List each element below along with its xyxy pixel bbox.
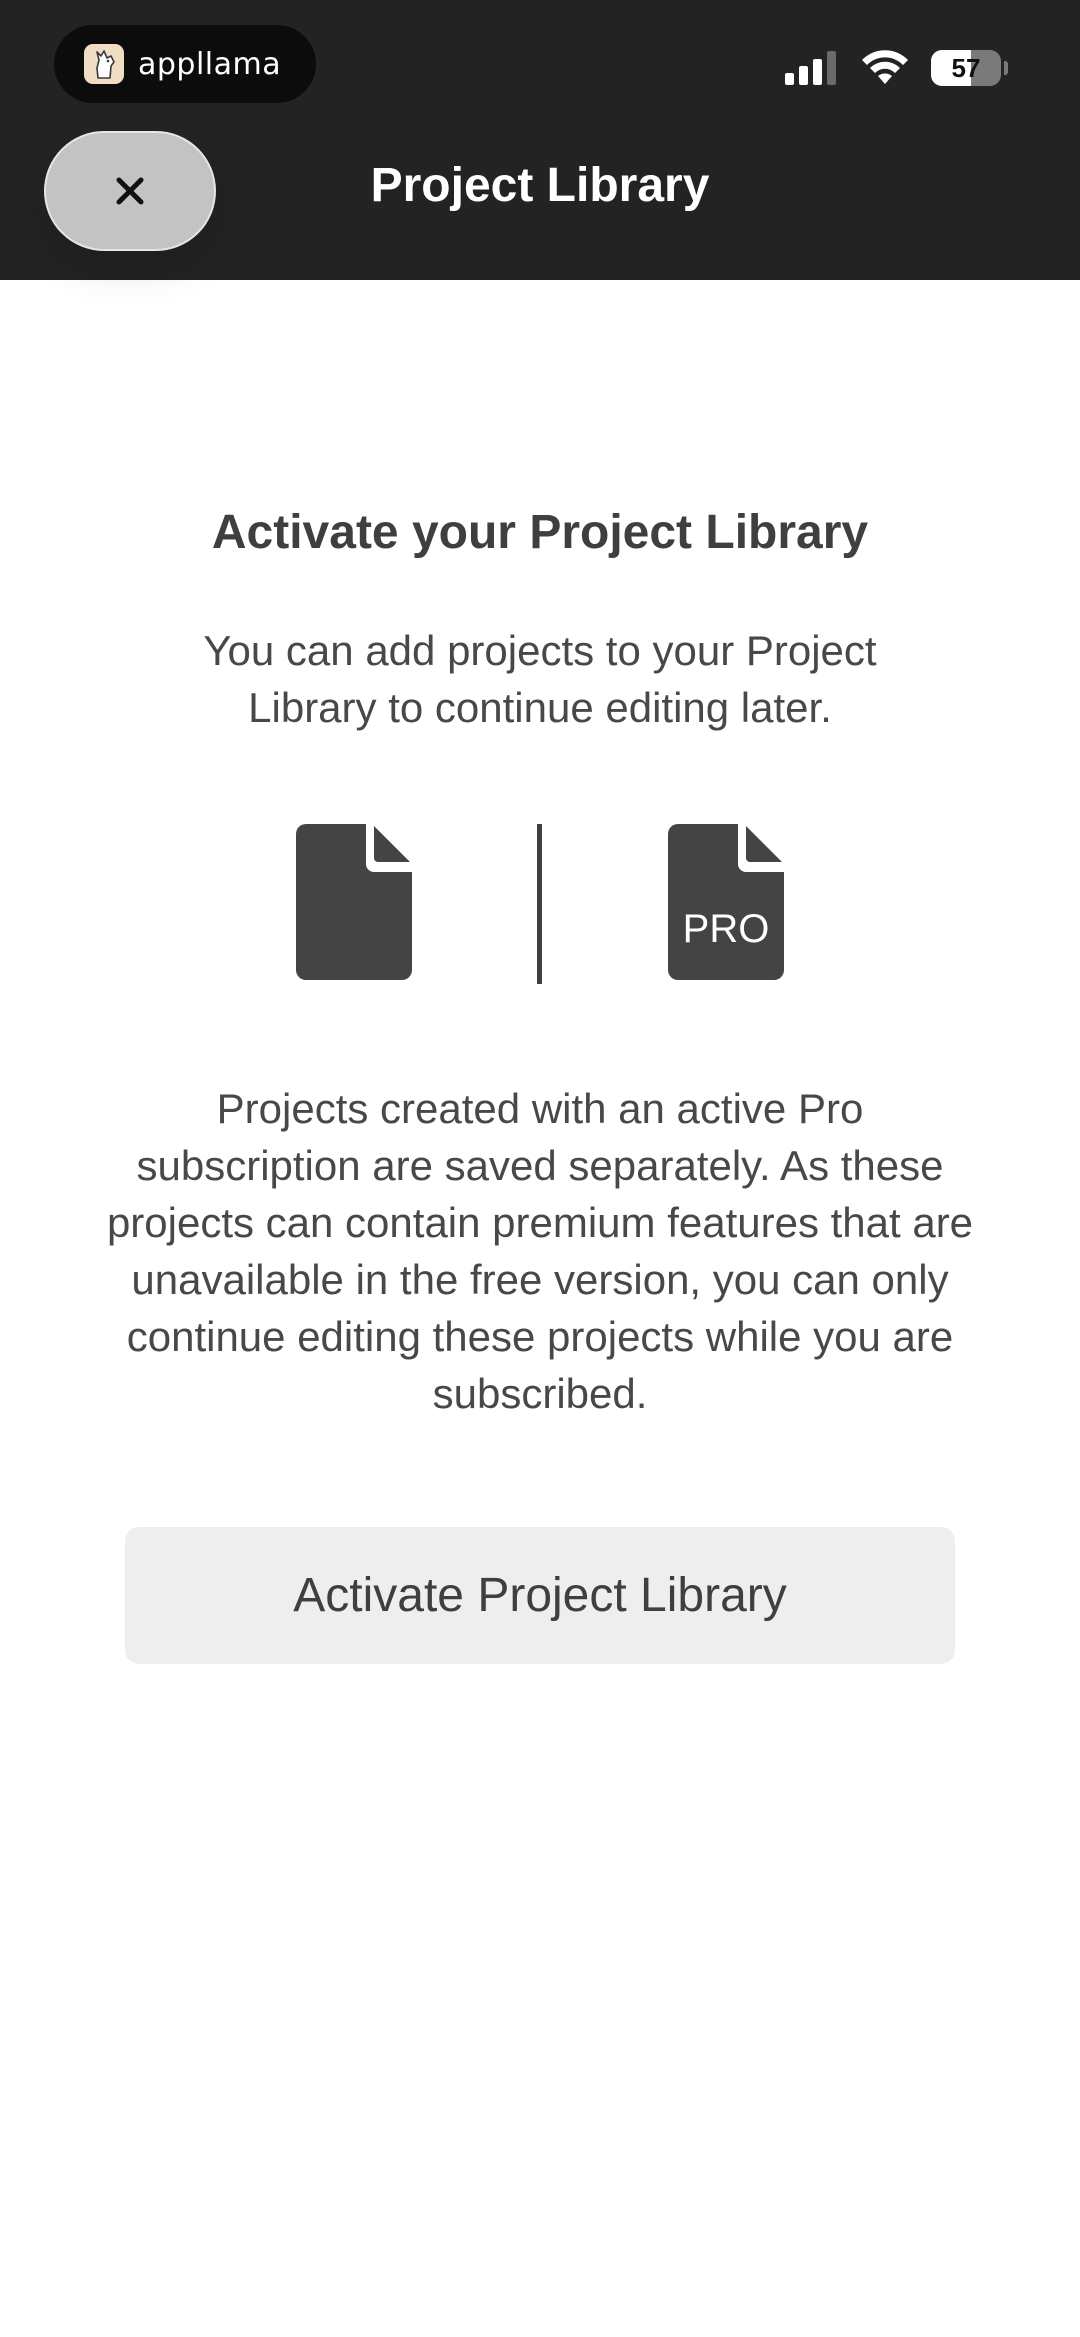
intro-text: You can add projects to your Project Lib… bbox=[203, 627, 877, 731]
wifi-icon bbox=[862, 50, 908, 84]
app-pill[interactable]: appllama bbox=[54, 25, 316, 103]
app-name: appllama bbox=[138, 46, 282, 82]
battery-cap bbox=[1004, 61, 1008, 75]
document-icon bbox=[296, 824, 412, 980]
header-bar: appllama 57 Project Library bbox=[0, 0, 1080, 280]
pro-document-icon: PRO bbox=[668, 824, 784, 980]
activate-project-library-button[interactable]: Activate Project Library bbox=[125, 1527, 955, 1664]
pro-description: Projects created with an active Pro subs… bbox=[106, 1085, 974, 1417]
main-heading: Activate your Project Library bbox=[211, 506, 869, 559]
appllama-logo-icon bbox=[84, 44, 124, 84]
battery-icon: 57 bbox=[931, 50, 1001, 86]
project-type-icons: PRO bbox=[0, 824, 1080, 992]
cellular-signal-icon bbox=[785, 51, 836, 85]
page-title: Project Library bbox=[370, 159, 710, 212]
status-icons: 57 bbox=[785, 50, 1008, 86]
pro-label: PRO bbox=[683, 907, 770, 951]
divider bbox=[537, 824, 542, 984]
battery-level: 57 bbox=[951, 52, 981, 83]
